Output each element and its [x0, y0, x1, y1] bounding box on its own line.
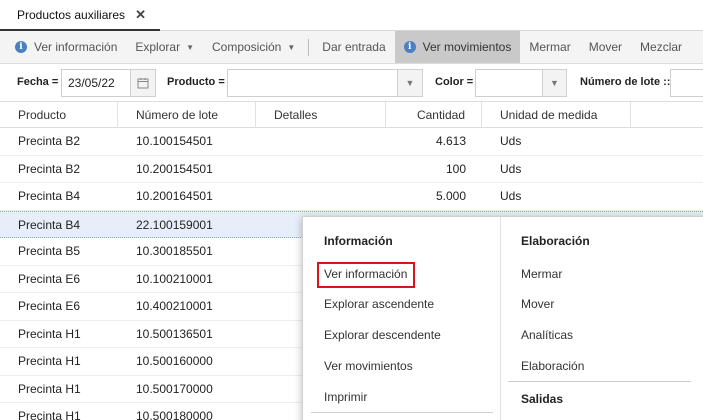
- salidas-header: Salidas: [521, 392, 564, 406]
- cell-producto: Precinta H1: [18, 381, 81, 396]
- cell-lote: 10.100210001: [136, 271, 213, 286]
- info-icon: i: [15, 41, 27, 53]
- producto-label: Producto =: [167, 76, 225, 88]
- dar-entrada-label: Dar entrada: [322, 40, 386, 54]
- cell-unidad: Uds: [500, 161, 522, 176]
- cell-lote: 10.500160000: [136, 354, 213, 368]
- fecha-field[interactable]: 23/05/22: [61, 69, 131, 97]
- column-header-detalles[interactable]: Detalles: [256, 102, 386, 128]
- menu-item-ver-informacion[interactable]: Ver información: [324, 267, 407, 281]
- context-menu-divider: [500, 217, 501, 420]
- table-row[interactable]: Precinta B4 10.200164501 5.000 Uds: [0, 183, 703, 211]
- cell-cantidad: 100: [445, 161, 466, 176]
- producto-select[interactable]: [227, 69, 398, 97]
- cell-lote: 10.300185501: [136, 244, 213, 258]
- informacion-header: Información: [324, 234, 393, 248]
- cell-lote: 10.500136501: [136, 326, 213, 341]
- menu-item-explorar-descendente[interactable]: Explorar descendente: [324, 328, 441, 342]
- composicion-dropdown[interactable]: Composición ▼: [203, 31, 304, 63]
- table-row[interactable]: Precinta B2 10.100154501 4.613 Uds: [0, 128, 703, 156]
- cell-lote: 10.500180000: [136, 409, 213, 420]
- cell-cantidad: 4.613: [435, 134, 466, 148]
- cell-unidad: Uds: [500, 189, 522, 203]
- chevron-down-icon[interactable]: ▼: [543, 69, 567, 97]
- elaboracion-header: Elaboración: [521, 234, 590, 248]
- mover-button[interactable]: Mover: [580, 31, 631, 63]
- toolbar: i Ver información Explorar ▼ Composición…: [0, 31, 703, 64]
- ver-informacion-button[interactable]: i Ver información: [6, 31, 126, 63]
- cell-producto: Precinta H1: [18, 409, 81, 420]
- menu-item-ver-movimientos[interactable]: Ver movimientos: [324, 359, 413, 373]
- menu-item-imprimir[interactable]: Imprimir: [324, 390, 367, 404]
- grid-header: Producto Número de lote Detalles Cantida…: [0, 102, 703, 128]
- menu-separator: [508, 381, 691, 382]
- info-icon: i: [403, 41, 416, 53]
- explorar-label: Explorar: [135, 40, 181, 54]
- cell-lote: 10.100154501: [136, 134, 213, 148]
- cell-lote: 10.200164501: [136, 189, 213, 203]
- context-menu: Información Ver información Explorar asc…: [302, 216, 703, 420]
- cell-producto: Precinta E6: [18, 299, 81, 313]
- calendar-icon[interactable]: [131, 69, 156, 97]
- toolbar-divider: [308, 38, 310, 56]
- mover-label: Mover: [588, 40, 623, 54]
- column-header-unidad[interactable]: Unidad de medida: [482, 102, 631, 128]
- menu-item-analiticas[interactable]: Analíticas: [521, 328, 573, 342]
- ver-informacion-label: Ver información: [34, 40, 118, 54]
- explorar-dropdown[interactable]: Explorar ▼: [126, 31, 203, 63]
- table-row[interactable]: Precinta B2 10.200154501 100 Uds: [0, 156, 703, 183]
- cell-lote: 10.200154501: [136, 161, 213, 176]
- lote-label: Número de lote ::: [580, 76, 671, 88]
- fecha-label: Fecha =: [17, 76, 59, 88]
- cell-producto: Precinta B2: [18, 161, 81, 176]
- cell-unidad: Uds: [500, 134, 522, 148]
- color-label: Color =: [435, 76, 474, 88]
- column-header-producto[interactable]: Producto: [0, 102, 118, 128]
- cell-lote: 22.100159001: [136, 217, 213, 232]
- menu-item-explorar-ascendente[interactable]: Explorar ascendente: [324, 297, 434, 311]
- color-select[interactable]: [475, 69, 543, 97]
- mezclar-button[interactable]: Mezclar: [631, 31, 691, 63]
- tab-bar: Productos auxiliares ✕: [0, 0, 703, 31]
- cell-producto: Precinta H1: [18, 354, 81, 368]
- tab-productos-auxiliares[interactable]: Productos auxiliares ✕: [0, 0, 160, 31]
- menu-separator: [311, 412, 493, 413]
- cell-lote: 10.400210001: [136, 299, 213, 313]
- mermar-button[interactable]: Mermar: [520, 31, 579, 63]
- cell-producto: Precinta B2: [18, 134, 81, 148]
- ver-movimientos-label: Ver movimientos: [422, 40, 512, 54]
- cell-producto: Precinta B5: [18, 244, 81, 258]
- caret-down-icon: ▼: [287, 42, 296, 52]
- cell-cantidad: 5.000: [435, 189, 466, 203]
- tab-label: Productos auxiliares: [17, 7, 126, 22]
- composicion-label: Composición: [211, 40, 282, 54]
- menu-item-mover[interactable]: Mover: [521, 297, 554, 311]
- column-header-cantidad[interactable]: Cantidad: [386, 102, 482, 128]
- filter-bar: Fecha = 23/05/22 Producto = ▼ Color = ▼ …: [0, 64, 703, 102]
- mermar-label: Mermar: [529, 40, 571, 54]
- close-icon[interactable]: ✕: [135, 7, 146, 23]
- caret-down-icon: ▼: [186, 42, 194, 52]
- dar-entrada-button[interactable]: Dar entrada: [313, 31, 394, 63]
- mezclar-label: Mezclar: [640, 40, 683, 54]
- cell-producto: Precinta H1: [18, 326, 81, 341]
- cell-lote: 10.500170000: [136, 381, 213, 396]
- cell-producto: Precinta B4: [18, 189, 81, 203]
- lote-field[interactable]: [670, 69, 703, 97]
- cell-producto: Precinta B4: [18, 217, 81, 232]
- cell-producto: Precinta E6: [18, 271, 81, 286]
- column-header-lote[interactable]: Número de lote: [118, 102, 256, 128]
- menu-item-elaboracion[interactable]: Elaboración: [521, 359, 584, 373]
- chevron-down-icon[interactable]: ▼: [398, 69, 423, 97]
- ver-movimientos-button[interactable]: i Ver movimientos: [394, 31, 521, 63]
- menu-item-mermar[interactable]: Mermar: [521, 267, 562, 281]
